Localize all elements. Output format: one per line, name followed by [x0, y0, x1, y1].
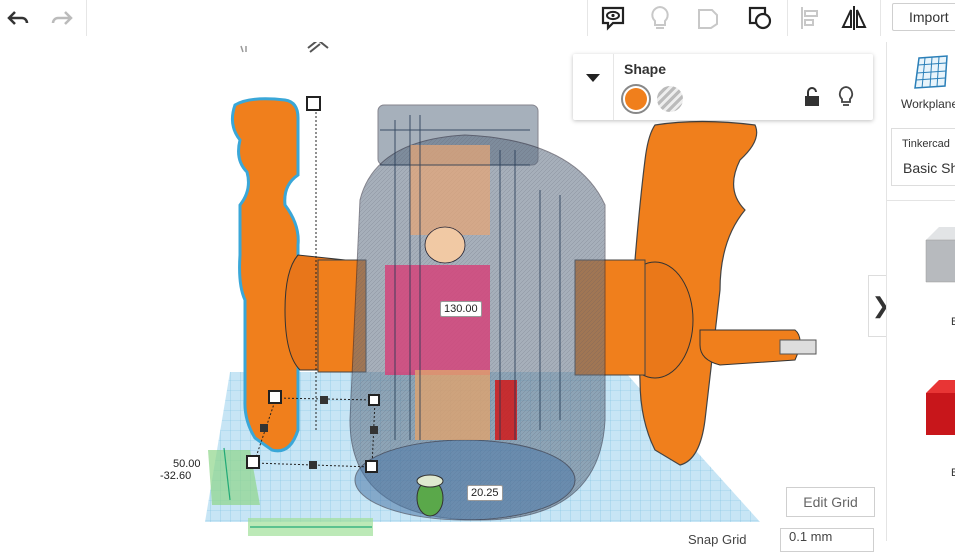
triangle-down-icon: [586, 74, 600, 82]
side-handle[interactable]: [309, 461, 317, 469]
width-dimension-label[interactable]: 20.25: [467, 485, 503, 501]
speech-bubble-eye-icon: [601, 6, 625, 31]
corner-handle[interactable]: [268, 390, 282, 404]
offset-dimension-label[interactable]: -32.60: [160, 470, 191, 482]
corner-handle[interactable]: [246, 455, 260, 469]
shape-item-label: B: [951, 316, 955, 328]
red-box-icon: [926, 380, 955, 435]
mirror-icon: [841, 6, 867, 30]
undo-arrow-icon: [7, 11, 29, 25]
side-handle[interactable]: [370, 426, 378, 434]
mirror-button[interactable]: [836, 0, 872, 36]
workplane-grid-icon: [914, 55, 948, 89]
height-dimension-label[interactable]: 130.00: [440, 301, 482, 317]
side-handle[interactable]: [260, 424, 268, 432]
collapse-panel-button[interactable]: [585, 70, 601, 88]
toolbar-divider: [880, 0, 881, 36]
grey-box-icon: [925, 227, 955, 283]
box-shape-item[interactable]: B: [921, 222, 955, 328]
workplane-button[interactable]: [913, 54, 949, 97]
lock-button[interactable]: [803, 86, 821, 113]
library-name-label: Basic Shapes: [903, 160, 955, 176]
import-button[interactable]: Import: [892, 3, 955, 31]
group-button[interactable]: [740, 0, 780, 36]
red-gear: [495, 380, 517, 440]
toolbar-divider: [787, 0, 788, 36]
hole-button[interactable]: [657, 86, 683, 112]
snap-grid-label: Snap Grid: [688, 532, 747, 547]
panel-divider: [613, 54, 614, 120]
corner-handle[interactable]: [365, 460, 378, 473]
shape-note-button[interactable]: [688, 0, 728, 36]
pink-gear-block: [385, 265, 490, 375]
group-shapes-icon: [748, 6, 772, 30]
toolbar-divider: [587, 0, 588, 36]
rotate-icon[interactable]: [240, 45, 247, 53]
library-dropdown[interactable]: Tinkercad Basic Shapes: [891, 128, 955, 186]
lightbulb-icon: [651, 5, 669, 29]
shape-panel-title: Shape: [624, 61, 667, 77]
snap-grid-select[interactable]: 0.1 mm: [780, 528, 874, 552]
box-shape-item[interactable]: B: [921, 375, 955, 479]
undo-button[interactable]: [0, 0, 36, 36]
shape-inspector-panel: Shape: [573, 54, 873, 120]
length-dimension-label[interactable]: 50.00: [173, 458, 201, 470]
unlock-icon: [805, 87, 819, 106]
solid-color-button[interactable]: [621, 84, 651, 114]
corner-handle[interactable]: [368, 394, 380, 406]
rotate-icon[interactable]: [307, 42, 329, 53]
library-source-label: Tinkercad: [902, 138, 950, 150]
redo-button[interactable]: [44, 0, 80, 36]
align-button[interactable]: [792, 0, 828, 36]
workplane-label: Workplane: [901, 97, 955, 111]
edit-grid-button[interactable]: Edit Grid: [786, 487, 875, 517]
shapes-sidebar: Workplane Tinkercad Basic Shapes B B: [886, 42, 955, 541]
align-icon: [801, 7, 818, 29]
toolbar-divider: [86, 0, 87, 36]
redo-arrow-icon: [51, 11, 73, 25]
panel-divider: [887, 200, 955, 201]
light-button[interactable]: [640, 0, 680, 36]
base-cylinder: [354, 439, 576, 521]
notes-button[interactable]: [593, 0, 633, 36]
side-handle[interactable]: [320, 396, 328, 404]
height-handle[interactable]: [306, 96, 321, 111]
shape-item-label: B: [951, 467, 955, 479]
hide-button[interactable]: [837, 85, 855, 114]
lightbulb-icon: [838, 86, 854, 106]
top-toolbar: Import: [0, 0, 955, 43]
note-shape-icon: [698, 9, 718, 29]
orange-swatch: [625, 88, 647, 110]
